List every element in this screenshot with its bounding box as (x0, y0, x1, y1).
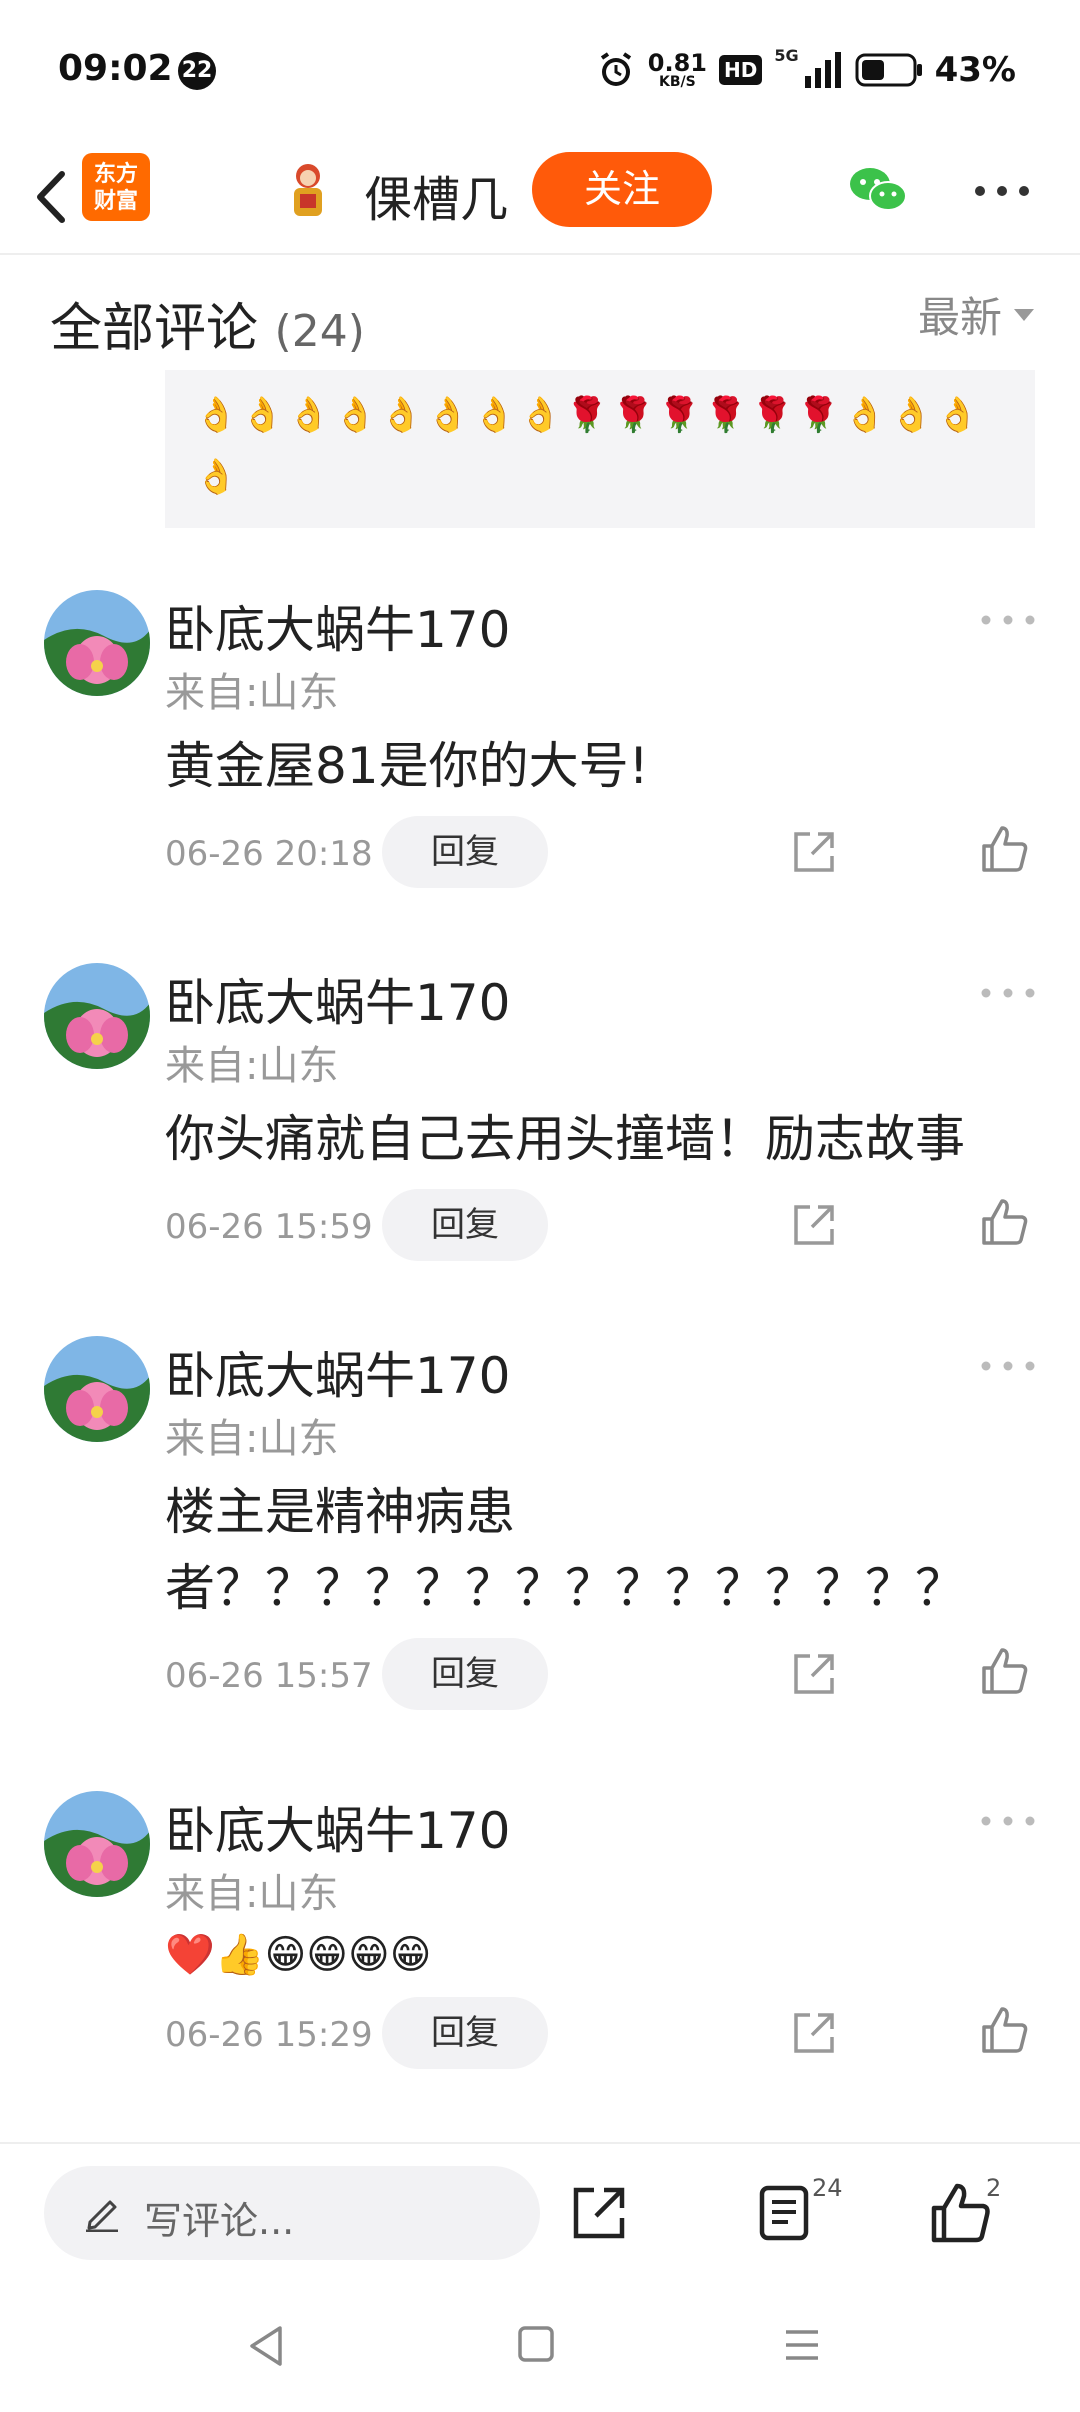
share-icon[interactable] (790, 1650, 838, 1698)
app-logo[interactable]: 东方 财富 (82, 153, 150, 221)
comment-author[interactable]: 卧底大蜗牛170 (165, 1336, 510, 1408)
comment-text-line-2: 者？？？？？？？？？？？？？？？ (165, 1559, 965, 1617)
network-speed-unit: KB/S (659, 74, 696, 90)
thumbs-up-icon[interactable] (980, 824, 1030, 874)
comments-count: (24) (274, 306, 365, 357)
comment-text-line-1: 楼主是精神病患 (165, 1483, 515, 1541)
comment-text: ❤️👍😁😁😁😁 (165, 1932, 432, 1978)
avatar[interactable] (44, 1791, 150, 1897)
network-type-label: 5G (774, 46, 799, 65)
thumbs-up-icon[interactable] (980, 2005, 1030, 2055)
comment-more-icon[interactable] (980, 985, 1036, 1001)
share-icon[interactable] (790, 2009, 838, 2057)
comment-count-badge: 24 (812, 2174, 843, 2202)
app-logo-line-1: 东方 (93, 162, 138, 187)
status-time: 09:02 (58, 48, 173, 89)
bottom-action-bar: 写评论... 24 2 (0, 2142, 1080, 2282)
comment-input-placeholder: 写评论... (144, 2199, 295, 2243)
battery-percent: 43% (934, 50, 1016, 90)
quoted-emoji-text: 👌👌👌👌👌👌👌👌🌹🌹🌹🌹🌹🌹👌👌👌👌 (195, 395, 983, 497)
share-icon[interactable] (790, 1201, 838, 1249)
thumbs-up-icon[interactable] (980, 1197, 1030, 1247)
system-nav-bar (0, 2282, 1080, 2412)
reply-button[interactable]: 回复 (382, 1638, 548, 1710)
comment-time: 06-26 15:29 (165, 2015, 373, 2055)
comments-section-title: 全部评论 (24) (50, 286, 365, 361)
header-user-name[interactable]: 倮槽几 (364, 160, 508, 230)
avatar[interactable] (44, 590, 150, 696)
user-avatar[interactable] (278, 160, 338, 220)
notification-count-badge: 22 (178, 52, 216, 90)
comment-text: 黄金屋81是你的大号! (165, 737, 649, 795)
comment-author[interactable]: 卧底大蜗牛170 (165, 590, 510, 662)
comment-more-icon[interactable] (980, 612, 1036, 628)
comment-location: 来自:山东 (165, 1871, 339, 1917)
network-speed-value: 0.81 (647, 49, 707, 77)
wechat-icon[interactable] (846, 158, 910, 222)
follow-button[interactable]: 关注 (532, 152, 712, 227)
hd-badge: HD (719, 55, 763, 85)
caret-down-icon (1014, 308, 1034, 321)
battery-icon (855, 53, 922, 87)
quoted-comment-box: 👌👌👌👌👌👌👌👌🌹🌹🌹🌹🌹🌹👌👌👌👌 (165, 370, 1035, 528)
app-logo-line-2: 财富 (93, 189, 138, 214)
reply-button[interactable]: 回复 (382, 1997, 548, 2069)
comments-title-text: 全部评论 (50, 299, 259, 359)
alarm-icon (600, 52, 631, 86)
nav-menu-icon[interactable] (782, 2326, 822, 2364)
status-icons: 0.81 KB/S HD 5G 43% (596, 46, 1016, 94)
thumbs-up-icon[interactable] (980, 1646, 1030, 1696)
status-bar: 09:02 22 0.81 KB/S HD 5G 43% (0, 0, 1080, 140)
comment-location: 来自:山东 (165, 670, 339, 716)
sort-selector[interactable]: 最新 (918, 284, 1034, 345)
comments-icon[interactable] (758, 2184, 814, 2242)
signal-icon (804, 52, 841, 88)
network-speed: 0.81 KB/S (648, 51, 707, 89)
avatar[interactable] (44, 963, 150, 1069)
sort-label: 最新 (917, 293, 1002, 342)
avatar[interactable] (44, 1336, 150, 1442)
share-icon[interactable] (570, 2184, 628, 2242)
reply-button[interactable]: 回复 (382, 816, 548, 888)
comment-input[interactable]: 写评论... (44, 2166, 540, 2260)
comment-text: 你头痛就自己去用头撞墙！励志故事 (165, 1110, 965, 1168)
comment-author[interactable]: 卧底大蜗牛170 (165, 963, 510, 1035)
comment-time: 06-26 20:18 (165, 834, 373, 874)
comment-more-icon[interactable] (980, 1358, 1036, 1374)
comment-location: 来自:山东 (165, 1416, 339, 1462)
thumbs-up-icon[interactable] (930, 2182, 992, 2244)
comment-more-icon[interactable] (980, 1813, 1036, 1829)
top-header: 东方 财富 倮槽几 关注 (0, 140, 1080, 255)
comment-time: 06-26 15:59 (165, 1207, 373, 1247)
comment-time: 06-26 15:57 (165, 1656, 373, 1696)
share-icon[interactable] (790, 828, 838, 876)
like-count-badge: 2 (986, 2174, 1002, 2202)
back-arrow-icon[interactable] (22, 162, 82, 232)
comment-location: 来自:山东 (165, 1043, 339, 1089)
comment-author[interactable]: 卧底大蜗牛170 (165, 1791, 510, 1863)
more-options-icon[interactable] (972, 176, 1032, 206)
nav-back-icon[interactable] (244, 2322, 288, 2370)
pen-icon (86, 2200, 118, 2232)
reply-button[interactable]: 回复 (382, 1189, 548, 1261)
nav-home-icon[interactable] (516, 2324, 556, 2364)
